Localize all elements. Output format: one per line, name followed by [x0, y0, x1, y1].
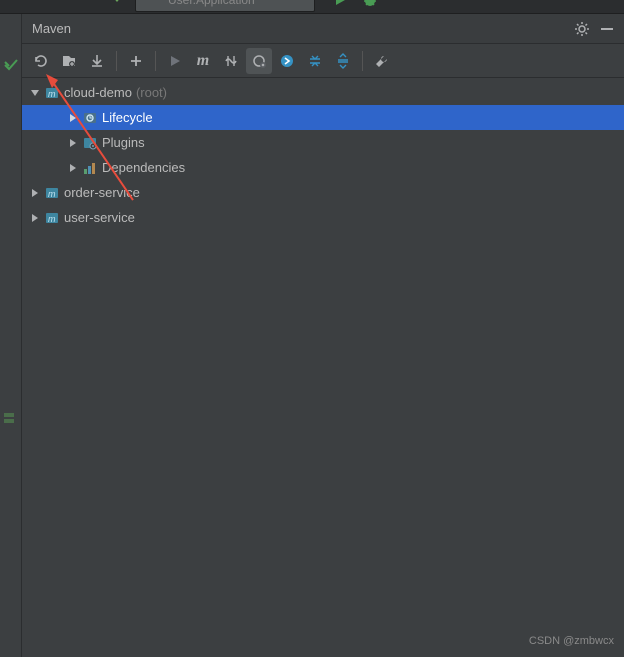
collapse-all-icon[interactable]	[302, 48, 328, 74]
tree-root-node[interactable]: m cloud-demo (root)	[22, 80, 624, 105]
tree-node-lifecycle[interactable]: Lifecycle	[22, 105, 624, 130]
maven-tool-window: Maven	[22, 14, 624, 657]
reload-icon[interactable]	[28, 48, 54, 74]
tree-module-node[interactable]: m order-service	[22, 180, 624, 205]
node-label: Lifecycle	[102, 110, 153, 125]
svg-text:m: m	[48, 214, 56, 224]
toggle-offline-icon[interactable]	[218, 48, 244, 74]
chevron-down-icon[interactable]	[28, 86, 42, 100]
debug-icon[interactable]	[363, 0, 377, 8]
chevron-right-icon[interactable]	[28, 211, 42, 225]
download-icon[interactable]	[84, 48, 110, 74]
chevron-right-icon[interactable]	[66, 111, 80, 125]
execute-goal-icon[interactable]: m	[190, 48, 216, 74]
node-suffix: (root)	[136, 85, 167, 100]
plugins-icon	[82, 135, 98, 151]
svg-text:m: m	[48, 89, 56, 99]
node-label: Dependencies	[102, 160, 185, 175]
expand-all-icon[interactable]	[330, 48, 356, 74]
gutter-mark	[4, 413, 14, 417]
toolbar-separator	[116, 51, 117, 71]
node-label: Plugins	[102, 135, 145, 150]
tree-node-dependencies[interactable]: Dependencies	[22, 155, 624, 180]
gear-icon[interactable]	[574, 21, 590, 37]
top-app-bar: User.Application	[0, 0, 624, 14]
run-icon[interactable]	[334, 0, 348, 8]
node-label: cloud-demo	[64, 85, 132, 100]
tree-node-plugins[interactable]: Plugins	[22, 130, 624, 155]
run-icon[interactable]	[162, 48, 188, 74]
toolbar-separator	[362, 51, 363, 71]
maven-tree[interactable]: m cloud-demo (root) Lifecycle	[22, 78, 624, 657]
maven-module-icon: m	[44, 210, 60, 226]
node-label: user-service	[64, 210, 135, 225]
wrench-icon[interactable]	[369, 48, 395, 74]
minimize-icon[interactable]	[600, 22, 614, 36]
chevron-right-icon[interactable]	[28, 186, 42, 200]
maven-module-icon: m	[44, 85, 60, 101]
chevron-right-icon[interactable]	[66, 136, 80, 150]
generate-sources-icon[interactable]	[56, 48, 82, 74]
svg-text:m: m	[48, 189, 56, 199]
gutter-mark	[4, 419, 14, 423]
watermark: CSDN @zmbwcx	[529, 635, 614, 647]
check-icon	[4, 58, 18, 72]
node-label: order-service	[64, 185, 140, 200]
skip-tests-icon[interactable]	[246, 48, 272, 74]
toolbar-separator	[155, 51, 156, 71]
panel-title: Maven	[32, 21, 71, 36]
caret-down-icon	[112, 0, 126, 8]
run-config-label: User.Application	[168, 0, 255, 7]
maven-module-icon: m	[44, 185, 60, 201]
chevron-right-icon[interactable]	[66, 161, 80, 175]
left-gutter	[0, 14, 22, 657]
maven-toolbar: m	[22, 44, 624, 78]
lifecycle-icon	[82, 110, 98, 126]
dependencies-icon	[82, 160, 98, 176]
show-dependencies-icon[interactable]	[274, 48, 300, 74]
tree-module-node[interactable]: m user-service	[22, 205, 624, 230]
panel-header: Maven	[22, 14, 624, 44]
add-icon[interactable]	[123, 48, 149, 74]
